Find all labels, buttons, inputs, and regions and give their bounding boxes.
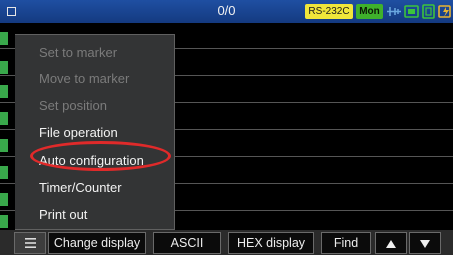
arrow-up-icon [386,239,396,248]
menu-button[interactable] [14,232,46,254]
menu-item-file-operation[interactable]: File operation [39,125,118,140]
mode-badge: Mon [356,4,383,19]
hamburger-menu-icon [25,238,36,248]
menu-item-set-to-marker: Set to marker [39,45,118,60]
arrow-down-icon [420,239,430,248]
row-marker [0,139,8,152]
row-marker [0,85,8,98]
row-marker [0,32,8,45]
menu-item-set-position: Set position [39,98,107,113]
row-marker [0,61,8,74]
row-marker [0,215,8,228]
function-bar: Change display ASCII HEX display Find [0,230,453,255]
memory-icon [422,4,435,19]
card-icon [404,5,419,18]
hex-display-button[interactable]: HEX display [228,232,314,254]
row-marker [0,112,8,125]
menu-item-move-to-marker: Move to marker [39,71,130,86]
row-marker [0,193,8,206]
row-marker [0,166,8,179]
change-display-button[interactable]: Change display [48,232,146,254]
power-icon [438,5,451,18]
ascii-button[interactable]: ASCII [153,232,221,254]
menu-item-print-out[interactable]: Print out [39,207,87,222]
interface-badge: RS-232C [305,4,353,19]
context-menu: Set to marker Move to marker Set positio… [15,34,175,230]
scroll-up-button[interactable] [375,232,407,254]
analyzer-screen: 0/0 RS-232C Mon Set to marker Move to ma… [0,0,453,255]
highlight-ellipse [30,141,171,171]
status-bar: 0/0 RS-232C Mon [0,0,453,23]
connector-icon [387,7,401,16]
menu-item-timer-counter[interactable]: Timer/Counter [39,180,122,195]
scroll-down-button[interactable] [409,232,441,254]
find-button[interactable]: Find [321,232,371,254]
